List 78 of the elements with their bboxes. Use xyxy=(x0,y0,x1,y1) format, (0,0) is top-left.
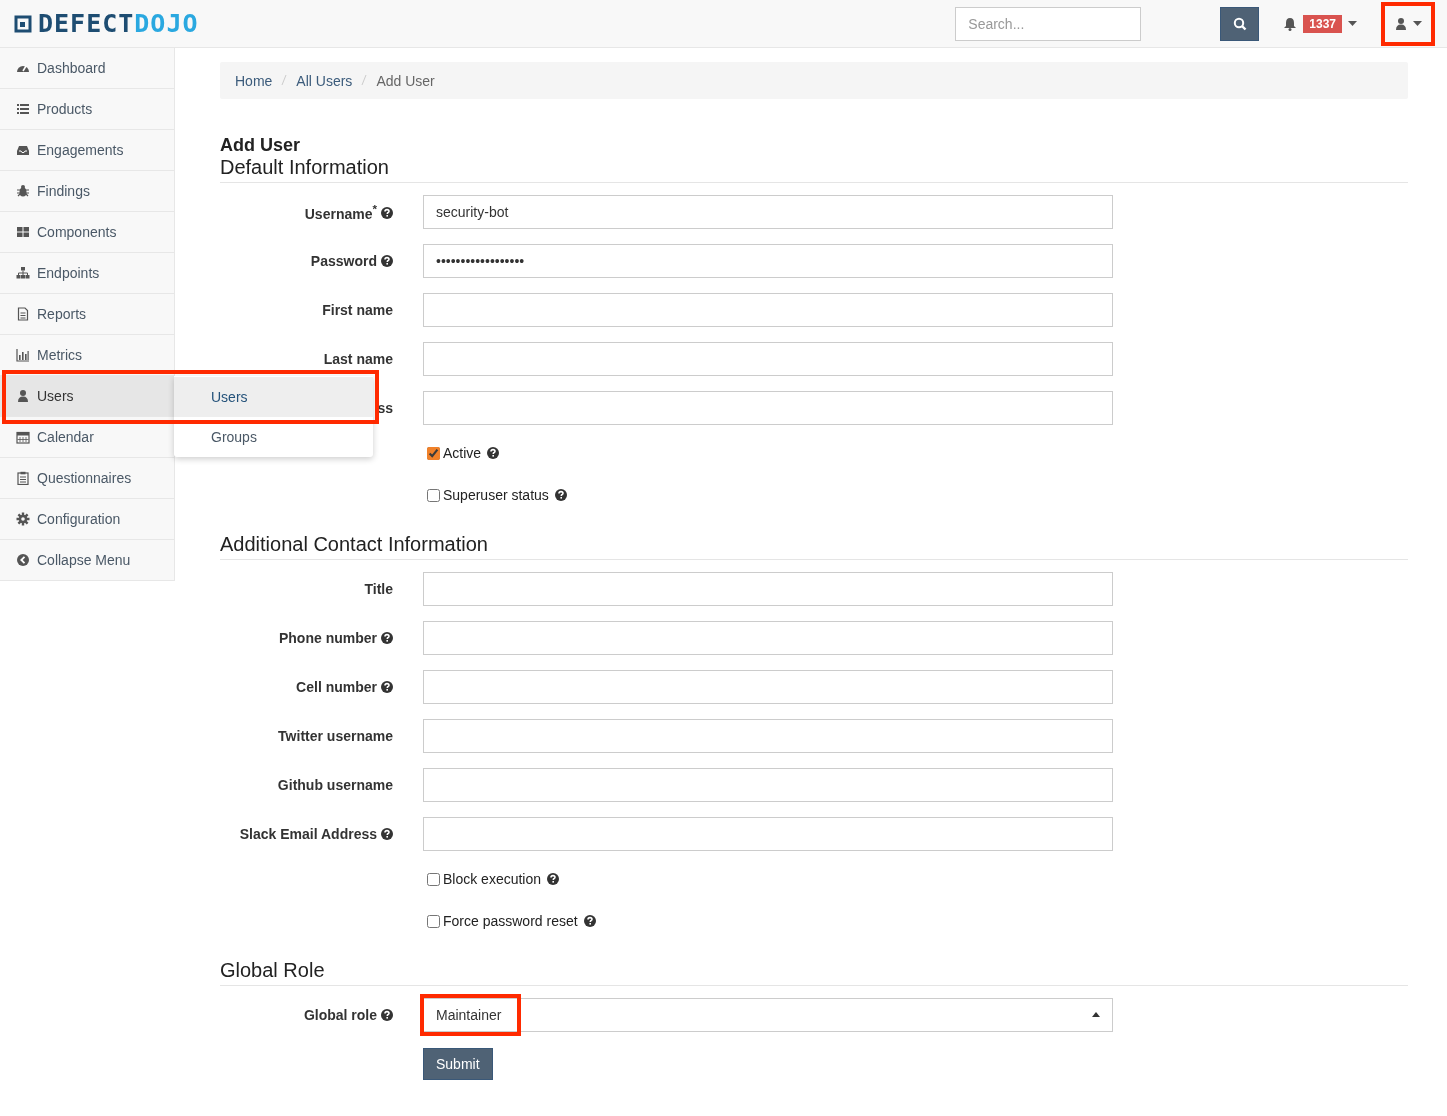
input-field[interactable] xyxy=(423,816,1113,851)
bar-chart-icon xyxy=(16,348,30,362)
sidebar-item[interactable]: Questionnaires xyxy=(0,458,174,499)
input-field[interactable] xyxy=(423,292,1113,327)
search-icon xyxy=(1232,16,1247,31)
logo-text[interactable]: DEFECTDOJO xyxy=(38,11,199,36)
caret-icon xyxy=(1348,21,1357,26)
input-field[interactable] xyxy=(423,341,1113,376)
sidebar-item[interactable]: Collapse Menu xyxy=(0,540,174,581)
inbox-icon xyxy=(16,143,30,157)
logo-icon xyxy=(14,14,32,33)
list-icon xyxy=(16,102,30,116)
field-label: Github username xyxy=(276,776,393,793)
caret-icon xyxy=(1413,21,1422,26)
checkbox-label: Block execution xyxy=(443,871,542,887)
submenu-item[interactable]: Users xyxy=(174,377,373,417)
breadcrumb-link[interactable]: All Users xyxy=(296,72,353,89)
field-label: Username$^{*}$ xyxy=(220,201,393,222)
sidebar-item[interactable]: Configuration xyxy=(0,499,174,540)
section-heading: Default Information xyxy=(220,155,1408,183)
field-label: Cell number xyxy=(220,678,393,695)
search-button[interactable] xyxy=(1220,6,1260,41)
breadcrumb-current: Add User xyxy=(376,72,435,89)
sidebar-item[interactable]: Users xyxy=(0,376,174,417)
field-label: Last name xyxy=(322,350,393,367)
checkbox[interactable] xyxy=(427,488,440,502)
submit-button[interactable]: Submit xyxy=(423,1048,493,1080)
field-label: Password xyxy=(220,252,393,269)
submenu-item[interactable]: Groups xyxy=(174,417,373,457)
checkbox-label: Active xyxy=(443,445,482,461)
field-label: ss xyxy=(376,399,393,416)
field-label: Twitter username xyxy=(277,727,393,744)
sidebar-item[interactable]: Calendar xyxy=(0,417,174,458)
caret-icon xyxy=(1092,1012,1100,1017)
sidebar-item[interactable]: Dashboard xyxy=(0,48,174,89)
sitemap-icon xyxy=(16,266,30,280)
sidebar-item[interactable]: Products xyxy=(0,89,174,130)
checkbox[interactable] xyxy=(427,914,440,928)
search-field[interactable]: Search... xyxy=(955,6,1142,41)
section-heading: Additional Contact Information xyxy=(220,532,1408,560)
input-field[interactable] xyxy=(423,390,1113,425)
field-label: Global role xyxy=(220,1006,393,1023)
checkbox-label: Superuser status xyxy=(443,487,549,503)
page-title: Add User xyxy=(220,135,301,155)
field-label: Slack Email Address xyxy=(220,825,393,842)
document-icon xyxy=(16,307,30,321)
sidebar-item[interactable]: Engagements xyxy=(0,130,174,171)
input-field[interactable] xyxy=(423,669,1113,704)
gear-icon xyxy=(16,512,30,526)
checkbox-label: Force password reset xyxy=(443,913,578,929)
sidebar-item[interactable]: Findings xyxy=(0,171,174,212)
bug-icon xyxy=(16,184,30,198)
sidebar-item[interactable]: Reports xyxy=(0,294,174,335)
checkbox[interactable] xyxy=(427,872,440,886)
sidebar-item[interactable]: Components xyxy=(0,212,174,253)
input-field[interactable]: security-bot xyxy=(423,194,1113,229)
input-field[interactable]: •••••••••••••••••• xyxy=(423,243,1113,278)
user-menu-button[interactable] xyxy=(1381,1,1435,46)
bell-icon xyxy=(1283,16,1298,31)
user-icon xyxy=(16,389,30,403)
input-field[interactable] xyxy=(423,571,1113,606)
sidebar-item[interactable]: Endpoints xyxy=(0,253,174,294)
breadcrumb-link[interactable]: Home xyxy=(235,72,273,89)
input-field[interactable] xyxy=(423,620,1113,655)
separator-icon xyxy=(281,73,288,86)
calendar-icon xyxy=(16,430,30,444)
field-label: First name xyxy=(321,301,393,318)
grid-icon xyxy=(16,225,30,239)
checkbox[interactable] xyxy=(427,446,440,460)
user-icon xyxy=(1394,16,1408,31)
alerts-menu[interactable]: 1337 xyxy=(1279,10,1361,37)
field-label: Title xyxy=(363,580,393,597)
input-field[interactable] xyxy=(423,767,1113,802)
separator-icon xyxy=(361,73,368,86)
section-heading: Global Role xyxy=(220,958,1408,986)
field-label: Phone number xyxy=(220,629,393,646)
input-field[interactable] xyxy=(423,718,1113,753)
clipboard-icon xyxy=(16,471,30,485)
